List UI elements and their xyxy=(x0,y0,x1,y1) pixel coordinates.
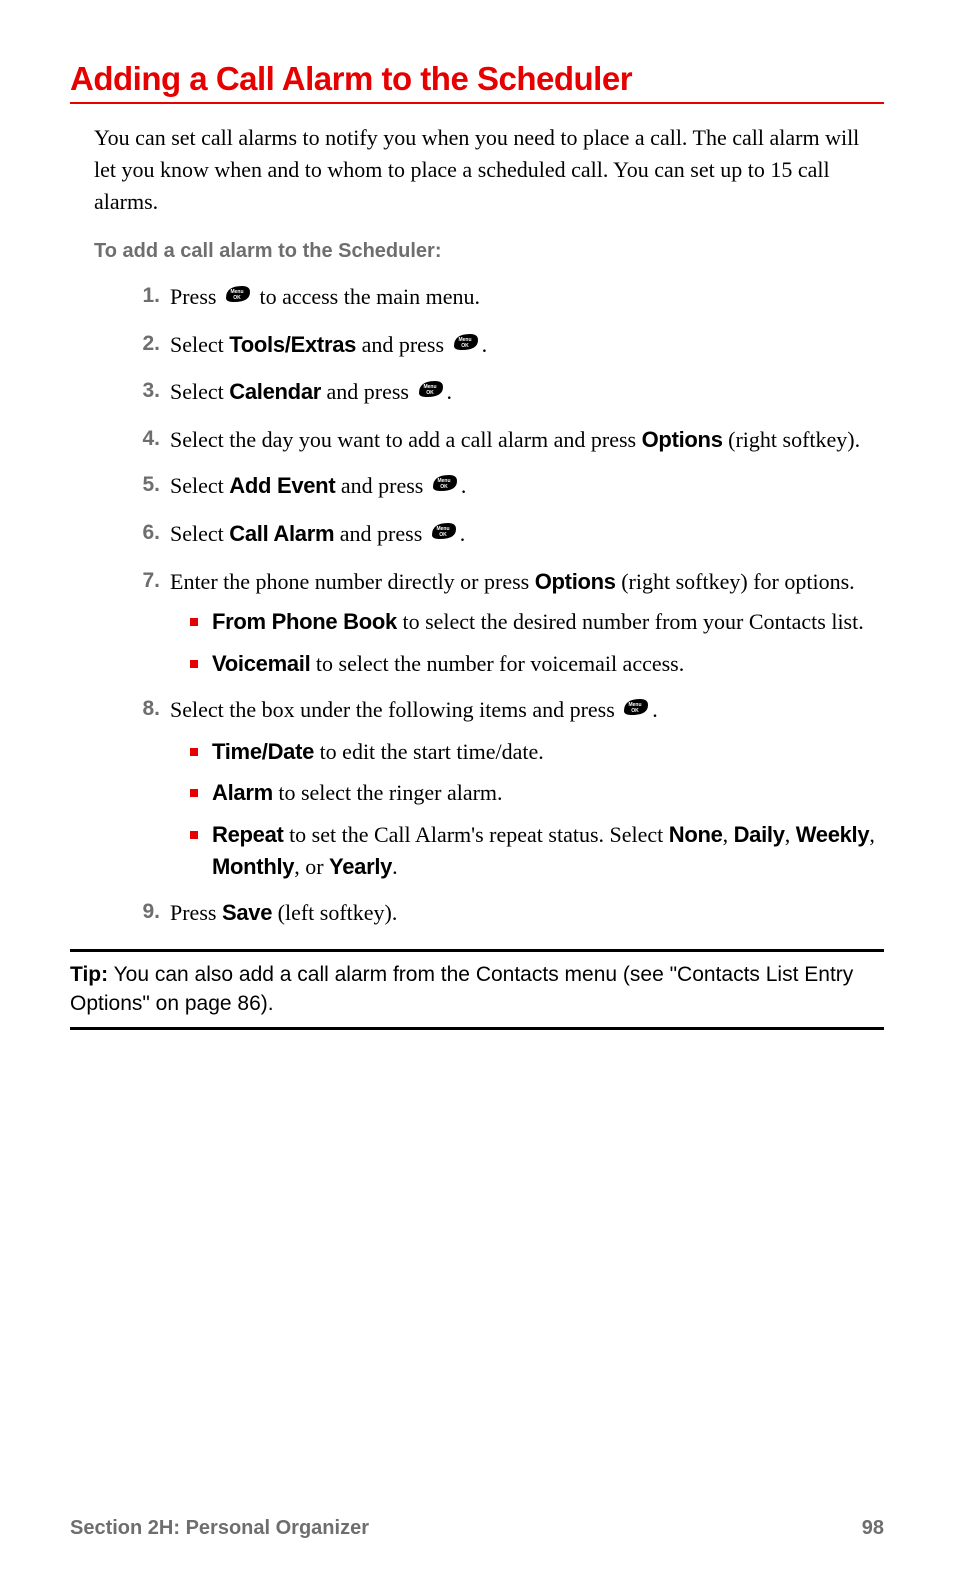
sub-item: Time/Date to edit the start time/date. xyxy=(190,736,884,768)
sub-list: From Phone Book to select the desired nu… xyxy=(190,606,884,680)
step-3: Select Calendar and press MenuOK. xyxy=(130,376,884,410)
step-text: Select the box under the following items… xyxy=(170,697,658,722)
menu-ok-icon: MenuOK xyxy=(430,518,458,550)
step-text: Select Tools/Extras and press MenuOK. xyxy=(170,332,487,357)
footer: Section 2H: Personal Organizer 98 xyxy=(70,1517,884,1540)
page-title: Adding a Call Alarm to the Scheduler xyxy=(70,60,884,104)
steps-list: Press MenuOK to access the main menu. Sel… xyxy=(130,281,884,929)
step-text: Select the day you want to add a call al… xyxy=(170,427,860,452)
intro-paragraph: You can set call alarms to notify you wh… xyxy=(94,122,884,218)
sub-item: From Phone Book to select the desired nu… xyxy=(190,606,884,638)
step-text: Select Add Event and press MenuOK. xyxy=(170,473,466,498)
step-7: Enter the phone number directly or press… xyxy=(130,566,884,680)
step-5: Select Add Event and press MenuOK. xyxy=(130,470,884,504)
step-4: Select the day you want to add a call al… xyxy=(130,424,884,456)
menu-ok-icon: MenuOK xyxy=(622,694,650,726)
svg-text:OK: OK xyxy=(440,484,448,490)
svg-text:OK: OK xyxy=(439,532,447,538)
svg-text:OK: OK xyxy=(426,390,434,396)
footer-section: Section 2H: Personal Organizer xyxy=(70,1517,369,1540)
sub-item: Repeat to set the Call Alarm's repeat st… xyxy=(190,819,884,883)
step-9: Press Save (left softkey). xyxy=(130,897,884,929)
menu-ok-icon: MenuOK xyxy=(431,470,459,502)
tip-box: Tip: You can also add a call alarm from … xyxy=(70,949,884,1030)
menu-ok-icon: MenuOK xyxy=(417,376,445,408)
step-8: Select the box under the following items… xyxy=(130,694,884,883)
step-1: Press MenuOK to access the main menu. xyxy=(130,281,884,315)
footer-page: 98 xyxy=(862,1517,884,1540)
step-text: Press MenuOK to access the main menu. xyxy=(170,284,480,309)
svg-text:OK: OK xyxy=(233,295,241,301)
step-text: Press Save (left softkey). xyxy=(170,900,397,925)
page: Adding a Call Alarm to the Scheduler You… xyxy=(0,0,954,1590)
step-text: Select Call Alarm and press MenuOK. xyxy=(170,521,465,546)
menu-ok-icon: MenuOK xyxy=(224,281,252,313)
step-text: Enter the phone number directly or press… xyxy=(170,569,855,594)
step-text: Select Calendar and press MenuOK. xyxy=(170,379,452,404)
svg-text:OK: OK xyxy=(632,708,640,714)
tip-label: Tip: xyxy=(70,963,108,986)
menu-ok-icon: MenuOK xyxy=(452,329,480,361)
svg-text:OK: OK xyxy=(461,343,469,349)
sub-list: Time/Date to edit the start time/date. Al… xyxy=(190,736,884,884)
tip-text: You can also add a call alarm from the C… xyxy=(70,963,853,1015)
sub-item: Voicemail to select the number for voice… xyxy=(190,648,884,680)
step-6: Select Call Alarm and press MenuOK. xyxy=(130,518,884,552)
sub-item: Alarm to select the ringer alarm. xyxy=(190,777,884,809)
step-2: Select Tools/Extras and press MenuOK. xyxy=(130,329,884,363)
subheading: To add a call alarm to the Scheduler: xyxy=(94,240,884,263)
